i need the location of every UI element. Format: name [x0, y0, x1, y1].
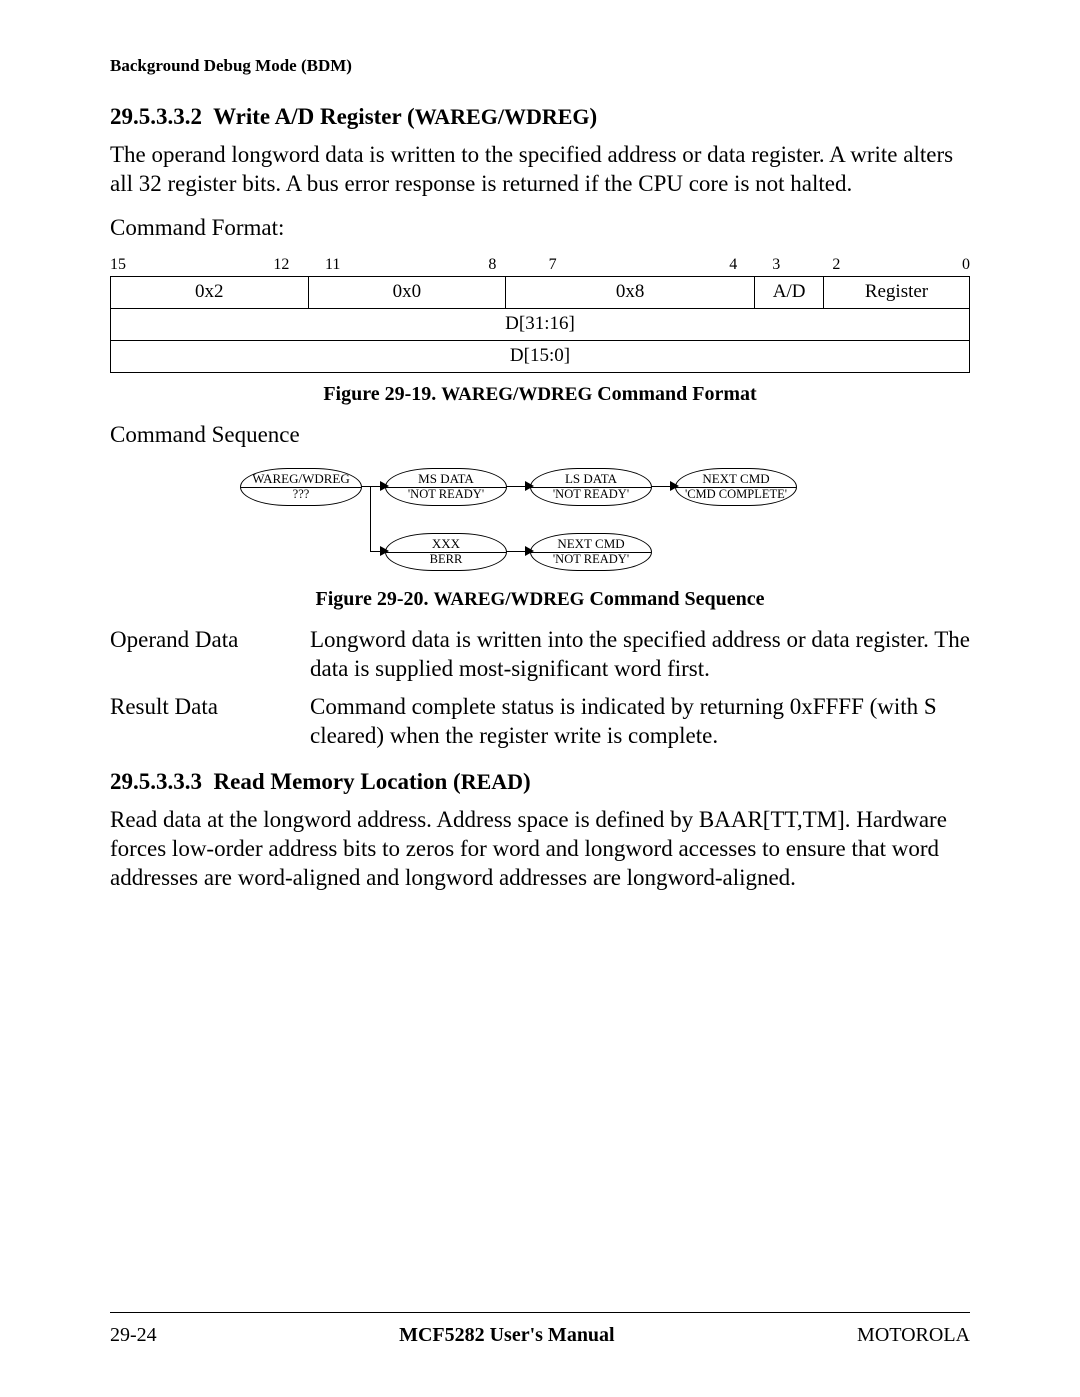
section-title-sc: WAREG/WDREG [415, 104, 590, 129]
bubble-top: NEXT CMD [531, 537, 651, 553]
bubble-bot: 'NOT READY' [531, 553, 651, 567]
bubble-top: WAREG/WDREG [241, 472, 361, 488]
bit-label: 8 [488, 256, 496, 274]
bit-positions: 15 12 11 8 7 4 3 2 0 [110, 256, 970, 276]
bit-label: 4 [729, 256, 737, 274]
arrow-line [370, 486, 371, 551]
bubble-nextcmd1: NEXT CMD 'CMD COMPLETE' [675, 468, 797, 506]
footer-page-number: 29-24 [110, 1324, 157, 1347]
bit-label: 0 [962, 256, 970, 274]
fig-suffix: Command Sequence [584, 588, 764, 610]
def-term: Operand Data [110, 625, 310, 684]
bubble-bot: 'CMD COMPLETE' [676, 488, 796, 502]
arrow-head-icon [525, 546, 534, 556]
section-title-part1: Write A/D Register ( [213, 104, 415, 129]
fig-sc: WAREG/WDREG [433, 589, 584, 610]
section-heading-read: 29.5.3.3.3 Read Memory Location (READ) [110, 769, 970, 795]
section-number: 29.5.3.3.2 [110, 104, 202, 129]
section1-paragraph: The operand longword data is written to … [110, 140, 970, 199]
def-result-data: Result Data Command complete status is i… [110, 692, 970, 751]
footer-company: MOTOROLA [857, 1324, 970, 1347]
bubble-msdata: MS DATA 'NOT READY' [385, 468, 507, 506]
bit-field-table: 15 12 11 8 7 4 3 2 0 0x2 0x0 0x8 A/D Reg… [110, 256, 970, 373]
section-number: 29.5.3.3.3 [110, 769, 202, 794]
bubble-lsdata: LS DATA 'NOT READY' [530, 468, 652, 506]
section-title-sc: READ [461, 769, 523, 794]
arrow-head-icon [380, 481, 389, 491]
section2-paragraph: Read data at the longword address. Addre… [110, 805, 970, 893]
def-term: Result Data [110, 692, 310, 751]
section-title-close: ) [523, 769, 531, 794]
page-footer: 29-24 MCF5282 User's Manual MOTOROLA [110, 1324, 970, 1347]
command-format-label: Command Format: [110, 213, 970, 242]
section-title-part1: Read Memory Location ( [214, 769, 461, 794]
table-row: 0x2 0x0 0x8 A/D Register [111, 277, 970, 309]
table-row: D[15:0] [111, 341, 970, 373]
bit-cell: 0x8 [506, 277, 755, 309]
running-head: Background Debug Mode (BDM) [110, 56, 970, 76]
bit-label: 7 [549, 256, 557, 274]
def-desc: Command complete status is indicated by … [310, 692, 970, 751]
bit-label: 3 [772, 256, 780, 274]
bubble-top: XXX [386, 537, 506, 553]
figure-caption-19: Figure 29-19. WAREG/WDREG Command Format [110, 383, 970, 406]
bubble-bot: 'NOT READY' [531, 488, 651, 502]
bit-cell: 0x0 [308, 277, 506, 309]
command-sequence-label: Command Sequence [110, 420, 970, 449]
arrow-head-icon [380, 546, 389, 556]
fig-prefix: Figure 29-20. [316, 588, 434, 610]
def-operand-data: Operand Data Longword data is written in… [110, 625, 970, 684]
bit-cell: A/D [755, 277, 824, 309]
bit-cell: D[15:0] [111, 341, 970, 373]
bit-cell: 0x2 [111, 277, 309, 309]
command-sequence-diagram: WAREG/WDREG ??? MS DATA 'NOT READY' LS D… [240, 468, 800, 578]
bit-label: 2 [832, 256, 840, 274]
fig-suffix: Command Format [592, 383, 756, 405]
bit-cell: D[31:16] [111, 309, 970, 341]
bit-cell: Register [823, 277, 969, 309]
footer-rule [110, 1312, 970, 1313]
table-row: D[31:16] [111, 309, 970, 341]
bubble-nextcmd2: NEXT CMD 'NOT READY' [530, 533, 652, 571]
section-title-close: ) [590, 104, 598, 129]
arrow-head-icon [670, 481, 679, 491]
bubble-top: LS DATA [531, 472, 651, 488]
fig-prefix: Figure 29-19. [323, 383, 441, 405]
figure-caption-20: Figure 29-20. WAREG/WDREG Command Sequen… [110, 588, 970, 611]
bit-label: 12 [273, 256, 289, 274]
bit-label: 11 [325, 256, 340, 274]
bubble-top: NEXT CMD [676, 472, 796, 488]
bubble-berr: XXX BERR [385, 533, 507, 571]
bubble-bot: BERR [386, 553, 506, 567]
bubble-top: MS DATA [386, 472, 506, 488]
footer-manual-title: MCF5282 User's Manual [399, 1324, 615, 1347]
bubble-bot: ??? [241, 488, 361, 502]
bubble-bot: 'NOT READY' [386, 488, 506, 502]
arrow-head-icon [525, 481, 534, 491]
section-heading-wareg: 29.5.3.3.2 Write A/D Register (WAREG/WDR… [110, 104, 970, 130]
fig-sc: WAREG/WDREG [441, 384, 592, 405]
bubble-wareg: WAREG/WDREG ??? [240, 468, 362, 506]
bit-label: 15 [110, 256, 126, 274]
def-desc: Longword data is written into the specif… [310, 625, 970, 684]
